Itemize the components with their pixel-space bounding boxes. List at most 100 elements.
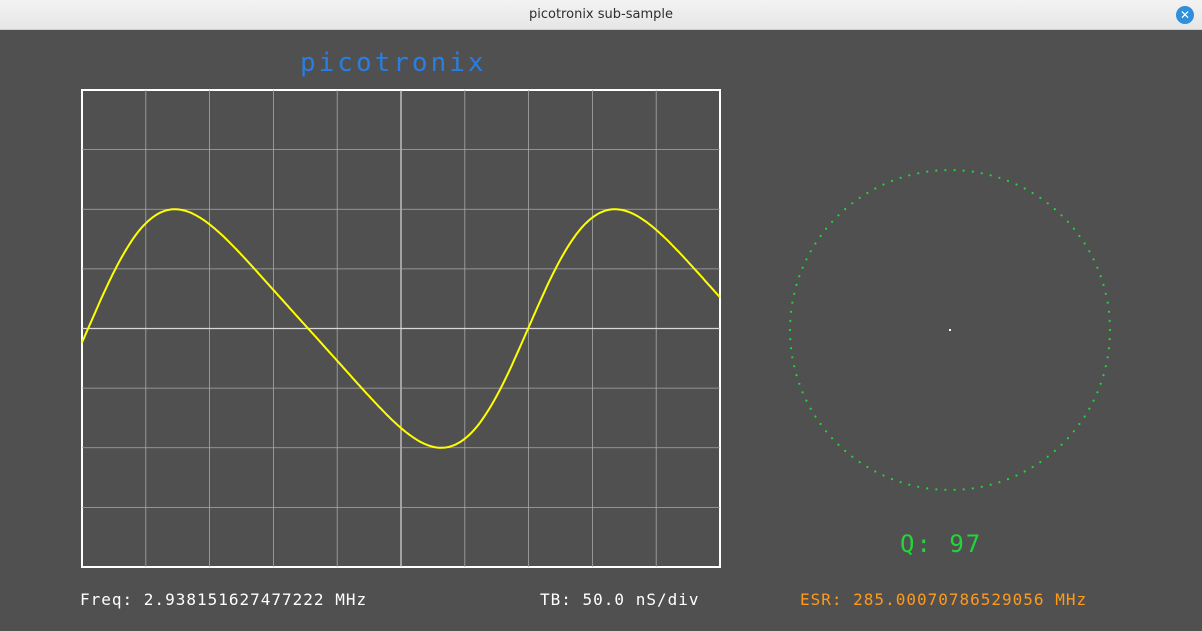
polar-dot (809, 407, 812, 410)
polar-dot (980, 172, 983, 175)
polar-dot (926, 170, 929, 173)
polar-dot (1060, 443, 1063, 446)
polar-dot (1046, 202, 1049, 205)
polar-dot (1108, 319, 1111, 322)
polar-dot (971, 170, 974, 173)
polar-dot (795, 374, 798, 377)
freq-readout: Freq: 2.938151627477222 MHz (80, 590, 368, 609)
polar-dot (890, 478, 894, 481)
polar-dot (1066, 437, 1069, 440)
polar-dot (944, 169, 947, 172)
polar-dot (1096, 391, 1099, 394)
polar-plot (788, 169, 1112, 491)
polar-dot (1023, 187, 1026, 190)
polar-dot (971, 487, 974, 490)
polar-dot (789, 338, 792, 341)
polar-dot (798, 382, 801, 385)
polar-dot (789, 319, 792, 322)
polar-dot (1015, 474, 1018, 477)
polar-dot (1015, 183, 1018, 186)
polar-dot (980, 485, 983, 488)
polar-dot (831, 220, 834, 223)
polar-dot (1092, 258, 1095, 261)
polar-dot (1039, 196, 1042, 199)
polar-dot (844, 208, 847, 211)
polar-dot (1078, 234, 1081, 238)
polar-dot (953, 169, 956, 172)
polar-dot (998, 481, 1001, 484)
polar-dot (801, 391, 804, 394)
polar-dot (858, 461, 861, 464)
oscilloscope-display (81, 89, 721, 568)
polar-dot (1060, 214, 1063, 217)
polar-dot (1053, 208, 1056, 211)
polar-dot (801, 266, 804, 269)
polar-dot (1108, 328, 1112, 332)
polar-dot (1031, 191, 1034, 195)
polar-dot (882, 183, 885, 186)
window-title: picotronix sub-sample (529, 7, 673, 22)
polar-dot (789, 310, 793, 313)
polar-dot (1023, 470, 1026, 473)
app-content: picotronix Q: 97 Freq: 2.938151627477222… (0, 30, 1202, 631)
polar-dot (944, 488, 947, 491)
polar-dot (1099, 275, 1102, 278)
polar-dot (962, 488, 965, 491)
polar-dot (1046, 455, 1049, 458)
polar-dot (1031, 465, 1034, 469)
polar-center-point (949, 329, 951, 331)
polar-dot (1083, 242, 1086, 245)
polar-dot (791, 301, 794, 304)
polar-dot (866, 465, 869, 469)
polar-dot (1102, 374, 1105, 377)
polar-dot (917, 172, 920, 175)
app-window: picotronix sub-sample ✕ picotronix Q: 97… (0, 0, 1202, 631)
polar-dot (819, 422, 822, 426)
title-bar[interactable]: picotronix sub-sample ✕ (0, 0, 1202, 30)
polar-dot (935, 488, 938, 491)
polar-dot (831, 437, 834, 440)
polar-dot (793, 292, 796, 295)
polar-dot (1107, 310, 1111, 313)
polar-dot (1104, 365, 1107, 368)
polar-dot (791, 356, 794, 359)
polar-dot (1072, 227, 1075, 230)
polar-dot (874, 470, 877, 473)
polar-dot (882, 474, 885, 477)
timebase-readout: TB: 50.0 nS/div (540, 590, 700, 609)
polar-dot (989, 483, 992, 486)
polar-dot (788, 328, 792, 332)
polar-dot (926, 487, 929, 490)
polar-dot (899, 176, 902, 179)
polar-dot (1107, 347, 1111, 350)
polar-dot (1106, 356, 1109, 359)
polar-dot (917, 485, 920, 488)
close-icon[interactable]: ✕ (1176, 6, 1194, 24)
polar-dot (1039, 461, 1042, 464)
polar-dot (1104, 292, 1107, 295)
polar-dot (1099, 382, 1102, 385)
polar-dot (908, 174, 911, 177)
polar-dot (1006, 179, 1010, 182)
polar-dot (858, 196, 861, 199)
polar-dot (1088, 250, 1091, 253)
scope-grid (81, 89, 721, 568)
polar-dot (789, 347, 793, 350)
polar-dot (1066, 220, 1069, 223)
polar-dot (793, 365, 796, 368)
polar-dot (795, 283, 798, 286)
polar-dot (953, 488, 956, 491)
polar-dot (1108, 338, 1111, 341)
brand-logo-text: picotronix (300, 48, 487, 78)
polar-dot (1053, 449, 1056, 452)
polar-dot (844, 449, 847, 452)
polar-dot (1102, 283, 1105, 286)
polar-dot (851, 202, 854, 205)
polar-dot (1096, 266, 1099, 269)
polar-dot (1083, 415, 1086, 418)
polar-dot (935, 169, 938, 172)
polar-dot (825, 227, 828, 230)
polar-dot (989, 174, 992, 177)
esr-readout: ESR: 285.00070786529056 MHz (800, 590, 1088, 609)
polar-dot (1072, 430, 1075, 433)
